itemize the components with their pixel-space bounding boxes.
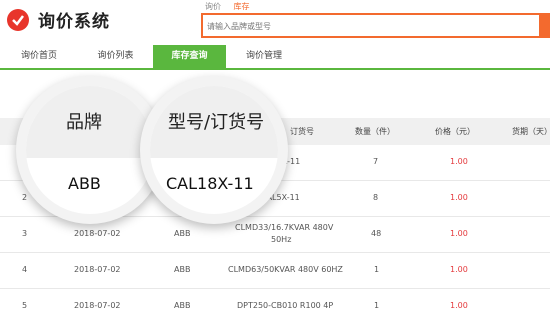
cell-qty: 7 — [373, 157, 379, 166]
cell-date: 2018-07-02 — [74, 301, 121, 310]
column-header-lead: 货期（天） — [512, 127, 550, 136]
cell-model: CLMD33/16.7KVAR 480V — [235, 223, 334, 232]
cell-qty: 1 — [374, 265, 380, 274]
nav-item-manage[interactable]: 询价管理 — [226, 45, 302, 68]
cell-brand: ABB — [174, 229, 191, 238]
search-tab-inquiry[interactable]: 询价 — [205, 1, 221, 12]
table-row[interactable]: 4 2018-07-02 ABB CLMD63/50KVAR 480V 60HZ… — [0, 253, 550, 289]
cell-qty: 1 — [374, 301, 380, 310]
nav-item-list[interactable]: 询价列表 — [78, 45, 153, 68]
cell-brand: ABB — [174, 301, 191, 310]
cell-price: 1.00 — [450, 157, 468, 166]
search-input[interactable] — [207, 19, 527, 33]
search-button[interactable] — [541, 13, 550, 38]
search-tab-stock[interactable]: 库存 — [234, 1, 250, 12]
column-header-price: 价格（元） — [435, 127, 475, 136]
cell-price: 1.00 — [450, 193, 468, 202]
logo-icon — [7, 9, 29, 31]
cell-model-line2: 50Hz — [271, 235, 292, 244]
cell-no: 5 — [22, 301, 28, 310]
nav-item-home[interactable]: 询价首页 — [0, 45, 78, 68]
header: 询价系统 询价 库存 — [0, 0, 550, 45]
cell-no: 2 — [22, 193, 28, 202]
cell-no: 4 — [22, 265, 28, 274]
cell-qty: 8 — [373, 193, 379, 202]
cell-qty: 48 — [371, 229, 382, 238]
main-nav: 询价首页 询价列表 库存查询 询价管理 — [0, 45, 550, 70]
magnifier-model: 型号/订货号 CAL18X-11 — [140, 76, 288, 224]
cell-brand: ABB — [174, 265, 191, 274]
column-header-model: 订货号 — [290, 127, 314, 136]
nav-item-stock[interactable]: 库存查询 — [153, 45, 226, 68]
cell-price: 1.00 — [450, 301, 468, 310]
magnifier-model-value: CAL18X-11 — [166, 174, 254, 193]
magnifier-brand-value: ABB — [68, 174, 101, 193]
search-type-tabs: 询价 库存 — [205, 1, 260, 12]
magnifier-model-label: 型号/订货号 — [168, 112, 265, 133]
cell-price: 1.00 — [450, 265, 468, 274]
cell-model: DPT250-CB010 R100 4P — [237, 301, 334, 310]
cell-date: 2018-07-02 — [74, 229, 121, 238]
cell-no: 3 — [22, 229, 28, 238]
cell-model: CLMD63/50KVAR 480V 60HZ — [228, 265, 343, 274]
cell-price: 1.00 — [450, 229, 468, 238]
search-box — [201, 13, 541, 38]
app-title: 询价系统 — [38, 12, 110, 32]
column-header-qty: 数量（件） — [355, 127, 395, 136]
magnifier-brand-label: 品牌 — [66, 112, 102, 133]
table-row[interactable]: 5 2018-07-02 ABB DPT250-CB010 R100 4P 1 … — [0, 289, 550, 323]
cell-date: 2018-07-02 — [74, 265, 121, 274]
